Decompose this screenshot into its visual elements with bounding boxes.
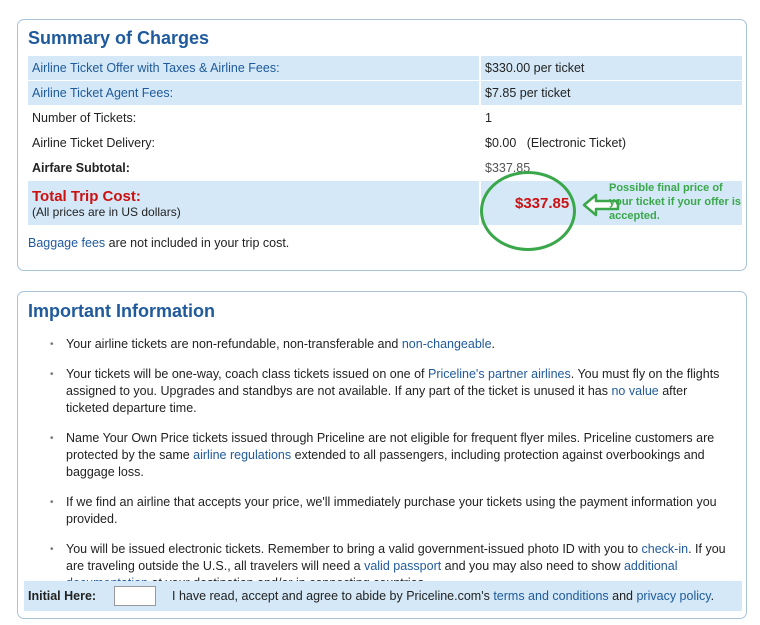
annotation-note: Possible final price of your ticket if y…	[609, 182, 742, 222]
list-item: If we find an airline that accepts your …	[48, 494, 728, 528]
table-row: Airline Ticket Offer with Taxes & Airlin…	[28, 56, 742, 81]
summary-of-charges-panel: Summary of Charges Airline Ticket Offer …	[17, 19, 747, 271]
non-changeable-link[interactable]: non-changeable	[402, 337, 492, 351]
terms-and-conditions-link[interactable]: terms and conditions	[493, 589, 608, 603]
agreement-text: I have read, accept and agree to abide b…	[172, 589, 715, 603]
list-item: Your airline tickets are non-refundable,…	[48, 336, 728, 353]
baggage-note: Baggage fees are not included in your tr…	[28, 236, 290, 250]
summary-title: Summary of Charges	[28, 28, 210, 48]
agent-fees-link[interactable]: Airline Ticket Agent Fees:	[32, 86, 173, 100]
delivery-value: $0.00 (Electronic Ticket)	[480, 130, 742, 156]
privacy-policy-link[interactable]: privacy policy	[636, 589, 710, 603]
tickets-count-value: 1	[480, 105, 742, 131]
agent-fees-value: $7.85 per ticket	[480, 80, 742, 106]
total-trip-cost-label: Total Trip Cost:	[32, 187, 141, 205]
check-in-link[interactable]: check-in	[642, 542, 689, 556]
table-row: Airline Ticket Delivery: $0.00 (Electron…	[28, 130, 742, 156]
tickets-count-label: Number of Tickets:	[28, 105, 481, 131]
partner-airlines-link[interactable]: Priceline's partner airlines	[428, 367, 571, 381]
subtotal-label: Airfare Subtotal:	[28, 155, 481, 181]
table-row: Number of Tickets: 1	[28, 105, 742, 131]
initials-input[interactable]	[114, 586, 156, 606]
important-information-panel: Important Information Your airline ticke…	[17, 291, 747, 619]
highlight-circle-annotation	[480, 171, 576, 251]
airline-regulations-link[interactable]: airline regulations	[193, 448, 291, 462]
table-row: Airfare Subtotal: $337.85	[28, 155, 742, 181]
currency-note: (All prices are in US dollars)	[32, 204, 181, 219]
initial-here-bar: Initial Here: I have read, accept and ag…	[24, 581, 742, 611]
baggage-fees-link[interactable]: Baggage fees	[28, 236, 105, 250]
ticket-offer-value: $330.00 per ticket	[480, 56, 742, 81]
list-item: Your tickets will be one-way, coach clas…	[48, 366, 728, 417]
delivery-label: Airline Ticket Delivery:	[28, 130, 481, 156]
info-title: Important Information	[28, 301, 215, 321]
info-list: Your airline tickets are non-refundable,…	[48, 336, 728, 605]
ticket-offer-link[interactable]: Airline Ticket Offer with Taxes & Airlin…	[32, 61, 280, 75]
list-item: Name Your Own Price tickets issued throu…	[48, 430, 728, 481]
table-row: Airline Ticket Agent Fees: $7.85 per tic…	[28, 80, 742, 106]
no-value-link[interactable]: no value	[611, 384, 658, 398]
initial-here-label: Initial Here:	[28, 589, 97, 603]
valid-passport-link[interactable]: valid passport	[364, 559, 441, 573]
